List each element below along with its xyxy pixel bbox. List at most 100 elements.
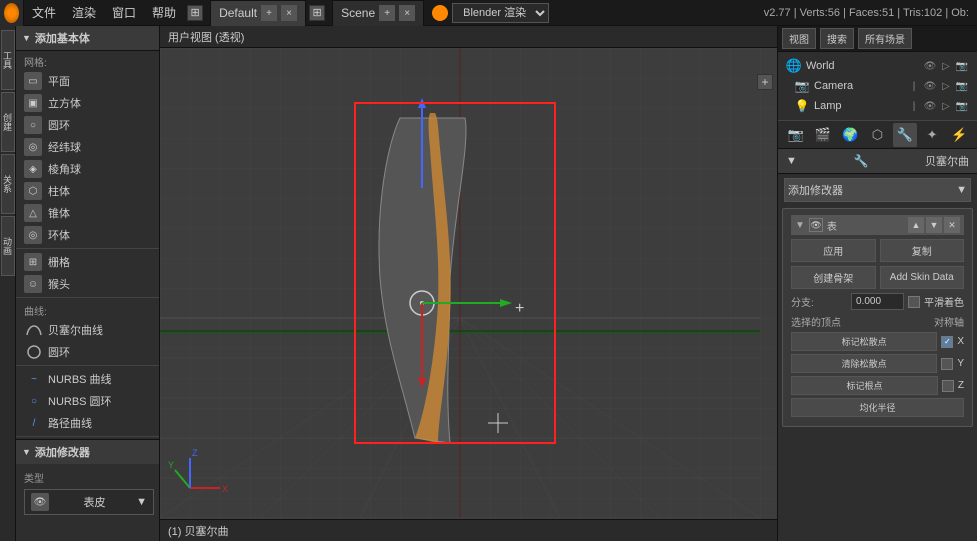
prop-icon-scene[interactable]: 🎬 (811, 123, 835, 147)
view-tab[interactable]: 视图 (782, 28, 816, 49)
world-ctrl-3[interactable]: 📷 (955, 59, 969, 73)
world-controls: 👁 ▷ 📷 (923, 59, 969, 73)
sidebar-item-grid[interactable]: ⊞ 栅格 (16, 251, 159, 273)
menu-help[interactable]: 帮助 (144, 0, 184, 26)
tab-close-btn[interactable]: × (281, 5, 297, 21)
scene-item-world[interactable]: 🌐 World 👁 ▷ 📷 (778, 56, 977, 76)
apply-btn[interactable]: 应用 (791, 239, 876, 262)
sidebar-item-cone[interactable]: △ 锥体 (16, 202, 159, 224)
cube-icon: ▣ (24, 94, 42, 112)
world-ctrl-2[interactable]: ▷ (939, 59, 953, 73)
smooth-checkbox[interactable] (908, 296, 920, 308)
clear-loose-btn[interactable]: 清除松散点 (791, 354, 937, 373)
modifier-title: 贝塞尔曲 (925, 153, 969, 169)
sidebar-item-cylinder[interactable]: ⬡ 柱体 (16, 180, 159, 202)
type-selector[interactable]: 👁 表皮 ▼ (24, 489, 154, 515)
tab-scene[interactable]: Scene + × (332, 0, 424, 26)
prop-icon-physics[interactable]: ⚡ (947, 123, 971, 147)
vertex-mirror-labels: 选择的顶点 对称轴 (791, 314, 964, 329)
mod-collapse-btn[interactable]: ▼ (795, 220, 805, 231)
blender-logo (4, 3, 19, 23)
mod-visibility-icon[interactable]: 👁 (809, 218, 823, 232)
z-checkbox[interactable] (942, 380, 954, 392)
sidebar-item-circle-curve[interactable]: 圆环 (16, 341, 159, 363)
monkey-icon: ☺ (24, 275, 42, 293)
camera-ctrl-4[interactable]: 📷 (955, 79, 969, 93)
add-skin-data-btn[interactable]: Add Skin Data (880, 266, 965, 289)
lamp-ctrl-4[interactable]: 📷 (955, 99, 969, 113)
engine-icon (432, 5, 448, 21)
layout-icon2[interactable]: ⊞ (309, 5, 325, 21)
sidebar-item-bezier[interactable]: 贝塞尔曲线 (16, 319, 159, 341)
sidebar-item-nurbs-circle[interactable]: ○ NURBS 圆环 (16, 390, 159, 412)
cone-icon: △ (24, 204, 42, 222)
viewport-header: 用户视图 (透视) (160, 26, 777, 48)
mark-loose-btn[interactable]: 标记松散点 (791, 332, 937, 351)
path-icon: / (24, 414, 44, 432)
sidebar-item-circle[interactable]: ○ 圆环 (16, 114, 159, 136)
divider-4 (16, 436, 159, 437)
add-modifier-header: 添加修改器 (16, 439, 159, 464)
camera-ctrl-1[interactable]: | (907, 79, 921, 93)
tab-add-btn[interactable]: + (261, 5, 277, 21)
branch-value[interactable]: 0.000 (851, 293, 904, 310)
tab-default[interactable]: Default + × (210, 0, 306, 26)
engine-selector[interactable]: Blender 渲染 (452, 3, 549, 23)
sidebar-item-plane[interactable]: ▭ 平面 (16, 70, 159, 92)
prop-icon-object[interactable]: ⬡ (865, 123, 889, 147)
prop-icon-modifier[interactable]: 🔧 (893, 123, 917, 147)
circle-curve-icon (24, 343, 44, 361)
engine-area: Blender 渲染 (432, 3, 553, 23)
menu-file[interactable]: 文件 (24, 0, 64, 26)
menu-window[interactable]: 窗口 (104, 0, 144, 26)
divider-3 (16, 365, 159, 366)
prop-icon-particle[interactable]: ✦ (920, 123, 944, 147)
create-armature-btn[interactable]: 创建骨架 (791, 266, 876, 289)
vtab-relations[interactable]: 关系 (1, 154, 15, 214)
curve-label: 曲线: (16, 300, 159, 319)
add-modifier-btn[interactable]: 添加修改器 ▼ (784, 178, 971, 202)
layout-icon[interactable]: ⊞ (187, 5, 203, 21)
x-checkbox[interactable] (941, 336, 953, 348)
sidebar-item-monkey[interactable]: ☺ 猴头 (16, 273, 159, 295)
search-tab[interactable]: 搜索 (820, 28, 854, 49)
add-modifier-container: 添加修改器 ▼ (778, 174, 977, 206)
vtab-tools[interactable]: 工具 (1, 30, 15, 90)
mod-up-btn[interactable]: ▲ (908, 217, 924, 233)
copy-btn[interactable]: 复制 (880, 239, 965, 262)
sidebar-item-icosphere[interactable]: ◈ 棱角球 (16, 158, 159, 180)
camera-ctrl-3[interactable]: ▷ (939, 79, 953, 93)
tab-scene-close[interactable]: × (399, 5, 415, 21)
scene-item-camera[interactable]: 📷 Camera | 👁 ▷ 📷 (778, 76, 977, 96)
vtab-animation[interactable]: 动画 (1, 216, 15, 276)
sidebar-item-cube[interactable]: ▣ 立方体 (16, 92, 159, 114)
camera-ctrl-2[interactable]: 👁 (923, 79, 937, 93)
all-scenes-tab[interactable]: 所有场景 (858, 28, 912, 49)
sidebar-item-torus[interactable]: ◎ 环体 (16, 224, 159, 246)
scene-item-lamp[interactable]: 💡 Lamp | 👁 ▷ 📷 (778, 96, 977, 116)
tab-scene-add[interactable]: + (379, 5, 395, 21)
viewport[interactable]: 用户视图 (透视) (160, 26, 777, 541)
viewport-canvas[interactable]: + X Y Z + (160, 48, 777, 519)
sidebar-item-path[interactable]: / 路径曲线 (16, 412, 159, 434)
viewport-plus-btn[interactable]: + (757, 74, 773, 90)
lamp-ctrl-2[interactable]: 👁 (923, 99, 937, 113)
sidebar-item-uvsphere[interactable]: ◎ 经纬球 (16, 136, 159, 158)
modifier-header-row: ▼ 👁 表 ▲ ▼ ✕ (791, 215, 964, 235)
vtab-create[interactable]: 创建 (1, 92, 15, 152)
equalize-btn[interactable]: 均化半径 (791, 398, 964, 417)
mod-down-btn[interactable]: ▼ (926, 217, 942, 233)
world-icon: 🌐 (786, 58, 802, 74)
lamp-ctrl-1[interactable]: | (907, 99, 921, 113)
sidebar-item-nurbs-curve[interactable]: ~ NURBS 曲线 (16, 368, 159, 390)
lamp-ctrl-3[interactable]: ▷ (939, 99, 953, 113)
mark-root-btn[interactable]: 标记根点 (791, 376, 938, 395)
plane-icon: ▭ (24, 72, 42, 90)
world-ctrl-1[interactable]: 👁 (923, 59, 937, 73)
prop-icon-render[interactable]: 📷 (784, 123, 808, 147)
top-bar: 文件 渲染 窗口 帮助 ⊞ Default + × ⊞ Scene + × Bl… (0, 0, 977, 26)
mod-delete-btn[interactable]: ✕ (944, 217, 960, 233)
menu-render[interactable]: 渲染 (64, 0, 104, 26)
prop-icon-world[interactable]: 🌍 (838, 123, 862, 147)
y-checkbox[interactable] (941, 358, 953, 370)
